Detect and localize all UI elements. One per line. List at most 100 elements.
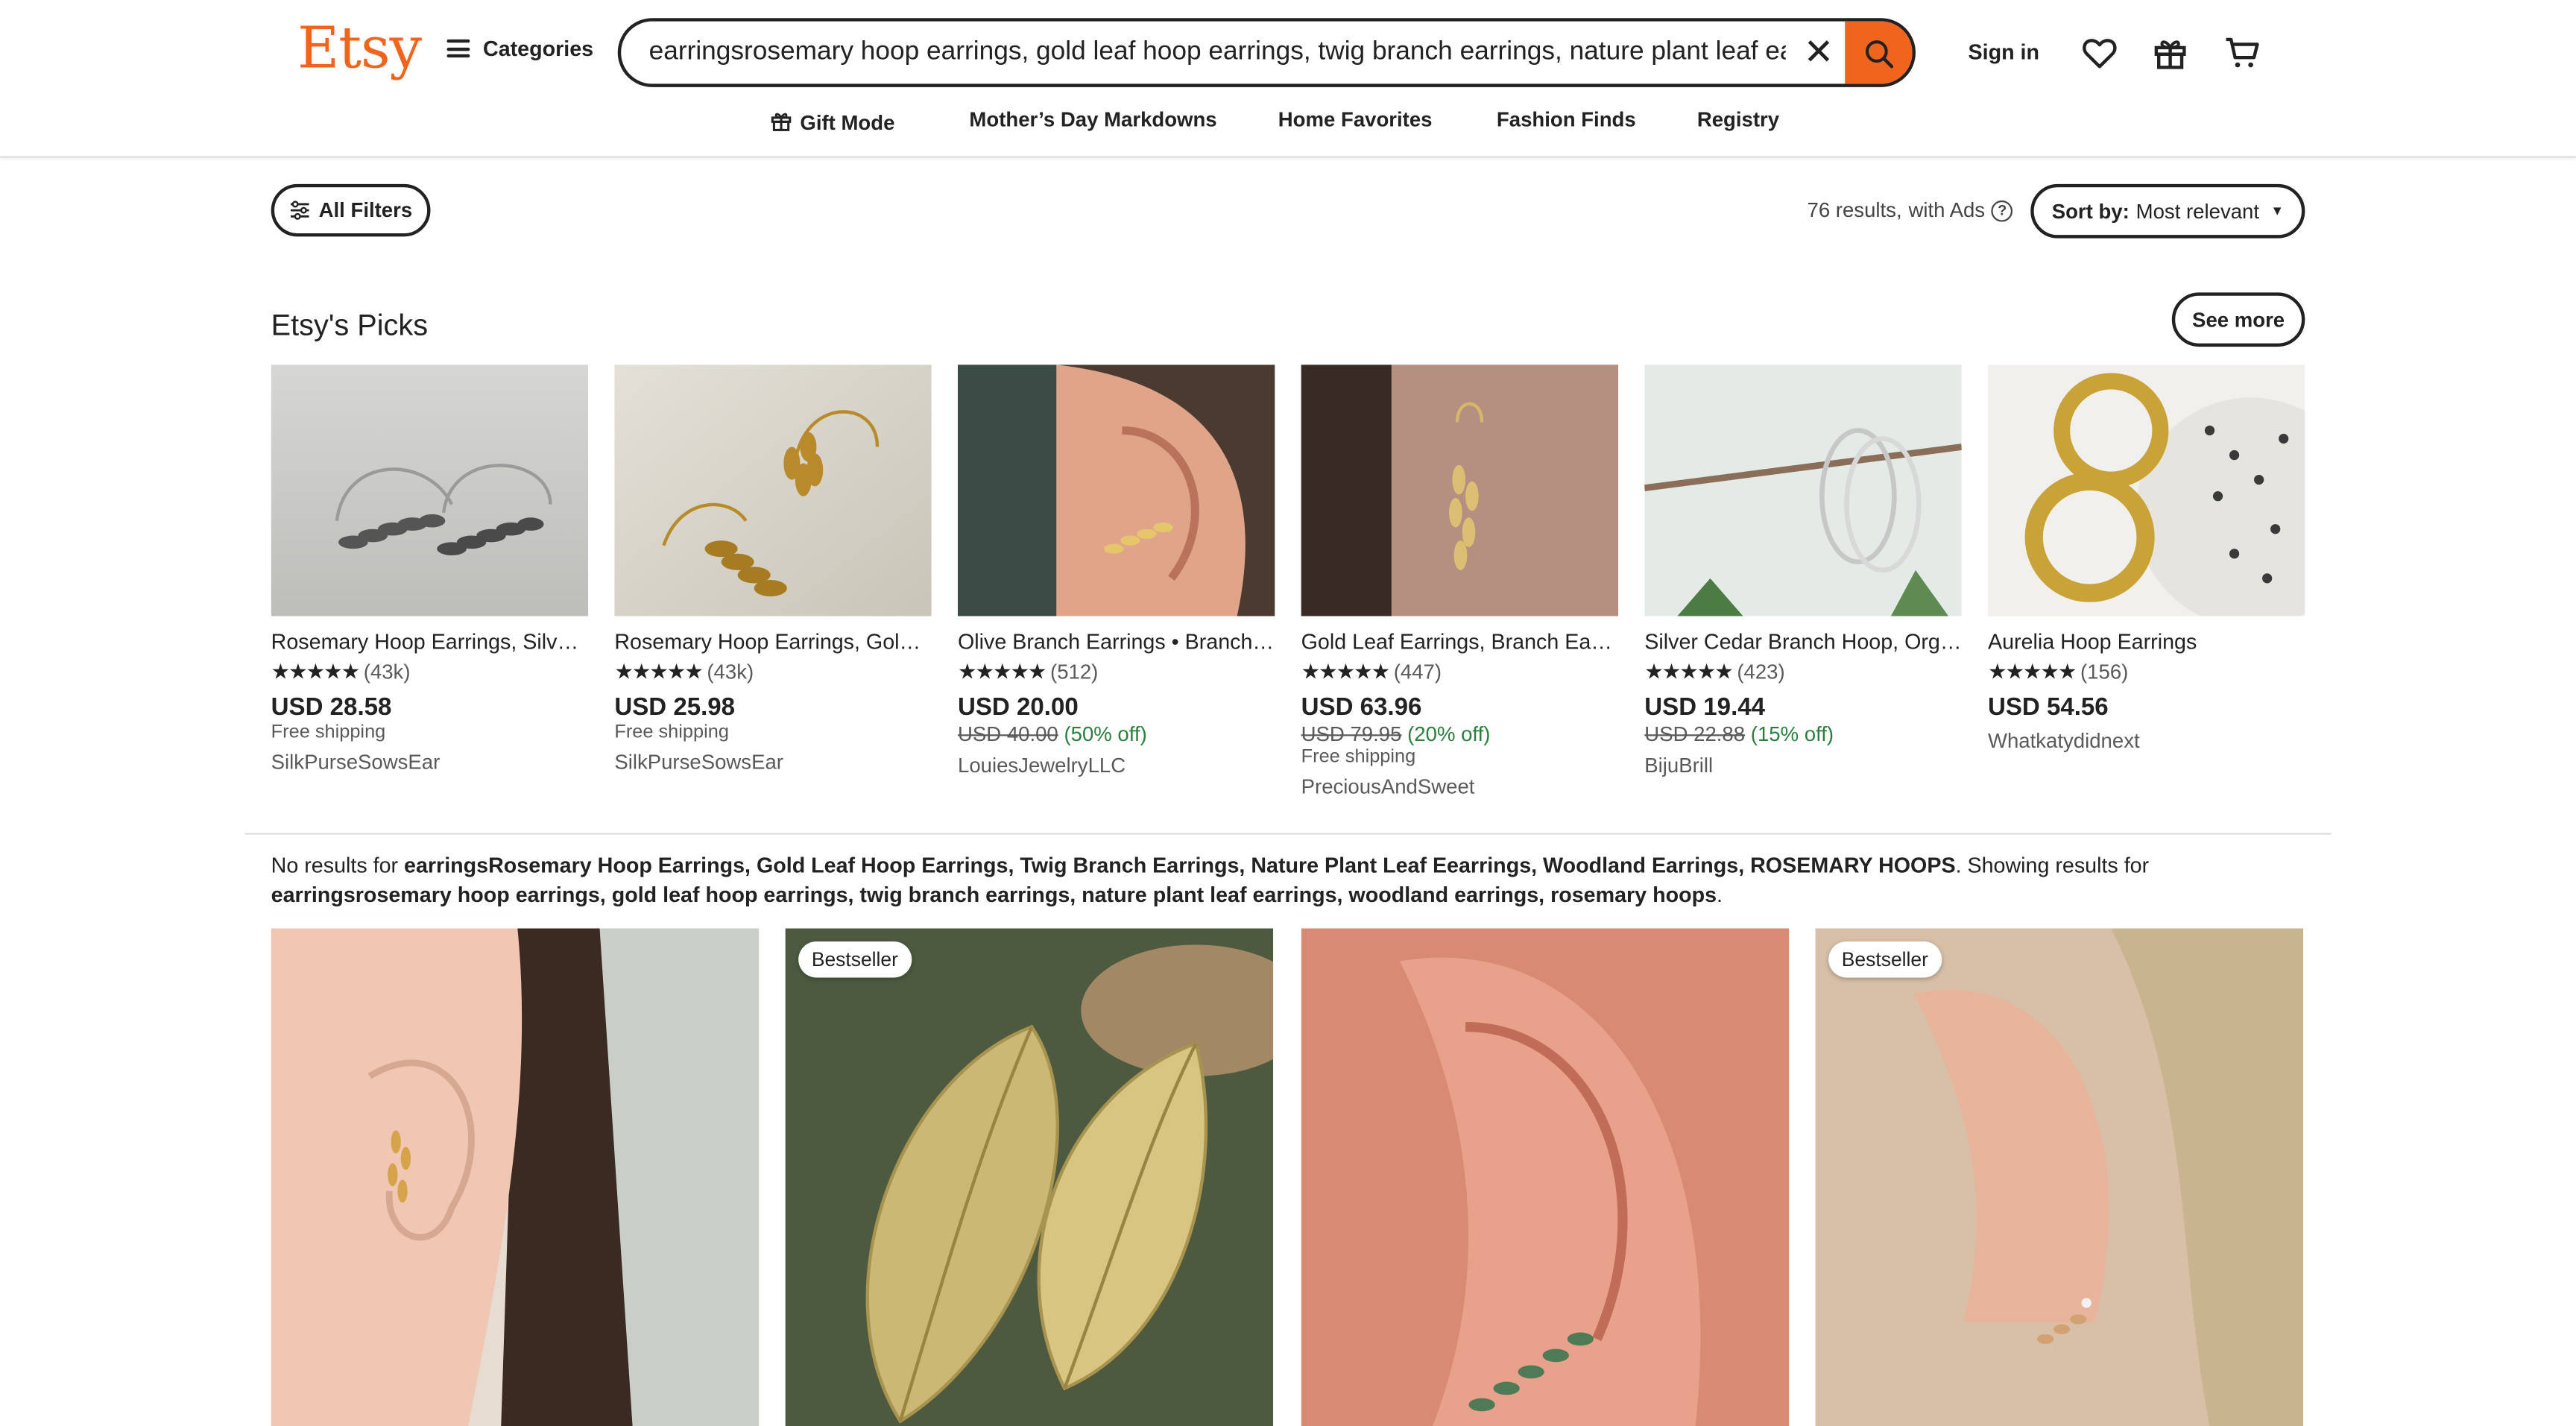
result-card[interactable] [271, 928, 760, 1426]
pick-card[interactable]: Gold Leaf Earrings, Branch Earrings ★★★★… [1301, 365, 1619, 798]
nav-mothers-day[interactable]: Mother’s Day Markdowns [969, 108, 1216, 131]
see-more-button[interactable]: See more [2171, 292, 2305, 347]
sign-in-link[interactable]: Sign in [1969, 40, 2040, 64]
star-rating-icon: ★★★★★ [957, 658, 1047, 684]
review-count: (512) [1050, 660, 1099, 684]
search-button[interactable] [1845, 21, 1913, 84]
discount: (20% off) [1407, 722, 1491, 746]
review-count: (447) [1393, 660, 1442, 684]
product-image[interactable] [957, 365, 1275, 616]
etsy-logo[interactable]: Etsy [297, 16, 422, 82]
result-card[interactable] [1301, 928, 1790, 1426]
sub-navigation: Gift Mode Mother’s Day Markdowns Home Fa… [0, 105, 2576, 138]
gift-icon [771, 113, 792, 131]
product-price: USD 54.56 [1987, 693, 2109, 722]
cart-icon[interactable] [2223, 33, 2262, 72]
notice-suffix: . [1717, 882, 1723, 907]
product-title[interactable]: Rosemary Hoop Earrings, Silver Leaf Hoop [271, 629, 588, 654]
clear-search-icon[interactable]: ✕ [1797, 30, 1840, 76]
product-image[interactable] [1301, 365, 1619, 616]
product-image[interactable] [1987, 365, 2366, 628]
nav-gift-mode[interactable]: Gift Mode [769, 108, 895, 135]
all-filters-button[interactable]: All Filters [271, 183, 431, 237]
sale-info: USD 22.88 (15% off) [1644, 723, 1961, 746]
discount: (50% off) [1064, 722, 1147, 746]
review-count: (156) [2080, 660, 2129, 684]
discount: (15% off) [1750, 722, 1834, 746]
star-rating-icon: ★★★★★ [1987, 658, 2077, 684]
all-filters-label: All Filters [318, 198, 413, 222]
rating: ★★★★★ (43k) [614, 659, 931, 685]
search-bar[interactable]: earringsrosemary hoop earrings, gold lea… [617, 18, 1916, 87]
results-count-text: 76 results, [1807, 198, 1902, 222]
sale-info: USD 79.95 (20% off) [1301, 723, 1618, 746]
results-count: 76 results, with Ads ? [1808, 199, 2013, 222]
product-image[interactable] [271, 365, 589, 616]
gift-icon[interactable] [2150, 33, 2190, 72]
menu-icon [446, 39, 470, 58]
caret-down-icon: ▼ [2270, 204, 2284, 219]
nav-fashion-finds[interactable]: Fashion Finds [1497, 108, 1636, 131]
product-image[interactable] [1644, 365, 1963, 616]
search-input[interactable]: earringsrosemary hoop earrings, gold lea… [649, 38, 1786, 68]
rating: ★★★★★ (447) [1301, 659, 1618, 685]
product-price: USD 19.44 [1644, 693, 1766, 722]
site-header: Etsy Categories earringsrosemary hoop ea… [0, 0, 2576, 158]
original-price: USD 40.00 [957, 722, 1058, 746]
product-title[interactable]: Aurelia Hoop Earrings [1988, 629, 2305, 654]
star-rating-icon: ★★★★★ [1301, 658, 1391, 684]
shop-name[interactable]: SilkPurseSowsEar [271, 751, 588, 774]
product-price: USD 28.58 [271, 693, 392, 722]
rating: ★★★★★ (43k) [271, 659, 588, 685]
categories-button[interactable]: Categories [446, 36, 593, 61]
search-icon [1864, 40, 1893, 69]
bestseller-badge: Bestseller [1828, 941, 1942, 978]
nav-registry[interactable]: Registry [1697, 108, 1779, 131]
sort-dropdown[interactable]: Sort by: Most relevant ▼ [2030, 183, 2305, 239]
shop-name[interactable]: PreciousAndSweet [1301, 775, 1618, 798]
no-results-notice: No results for earringsRosemary Hoop Ear… [271, 851, 2305, 910]
result-card[interactable]: Bestseller [1815, 928, 2304, 1426]
product-title[interactable]: Silver Cedar Branch Hoop, Organic Hoops [1644, 629, 1961, 654]
heart-icon[interactable] [2080, 33, 2119, 72]
pick-card[interactable]: Aurelia Hoop Earrings ★★★★★ (156) USD 54.… [1987, 365, 2366, 753]
original-price: USD 79.95 [1301, 722, 1402, 746]
product-image[interactable] [785, 928, 1274, 1426]
result-card[interactable]: Bestseller [785, 928, 1274, 1426]
product-image[interactable] [1301, 928, 1790, 1426]
review-count: (43k) [363, 660, 411, 684]
divider [244, 833, 2332, 835]
product-image[interactable] [614, 365, 932, 616]
star-rating-icon: ★★★★★ [271, 658, 361, 684]
corrected-query[interactable]: earringsrosemary hoop earrings, gold lea… [271, 883, 1717, 907]
product-image[interactable] [1815, 928, 2304, 1426]
shop-name[interactable]: BijuBrill [1644, 754, 1961, 777]
bestseller-badge: Bestseller [798, 941, 912, 978]
rating: ★★★★★ (423) [1644, 659, 1961, 685]
shop-name[interactable]: SilkPurseSowsEar [614, 751, 931, 774]
sale-info: USD 40.00 (50% off) [958, 723, 1275, 746]
shipping-info: Free shipping [614, 722, 729, 743]
rating: ★★★★★ (512) [958, 659, 1275, 685]
notice-middle: . Showing results for [1955, 852, 2150, 877]
nav-home-favorites[interactable]: Home Favorites [1278, 108, 1433, 131]
pick-card[interactable]: Silver Cedar Branch Hoop, Organic Hoops … [1644, 365, 1963, 777]
pick-card[interactable]: Olive Branch Earrings • Branch Ear Climb… [957, 365, 1275, 777]
shop-name[interactable]: LouiesJewelryLLC [958, 754, 1275, 777]
product-title[interactable]: Olive Branch Earrings • Branch Ear Climb… [958, 629, 1275, 654]
filter-icon [291, 201, 309, 220]
shop-name[interactable]: Whatkatydidnext [1988, 730, 2305, 753]
product-title[interactable]: Rosemary Hoop Earrings, Gold Leaf Hoop [614, 629, 931, 654]
product-price: USD 63.96 [1301, 693, 1422, 722]
product-title[interactable]: Gold Leaf Earrings, Branch Earrings [1301, 629, 1618, 654]
notice-prefix: No results for [271, 852, 405, 877]
original-price: USD 22.88 [1644, 722, 1746, 746]
sort-value: Most relevant [2135, 199, 2260, 223]
with-ads-text: with Ads [1908, 198, 1986, 222]
pick-card[interactable]: Rosemary Hoop Earrings, Gold Leaf Hoop ★… [614, 365, 932, 774]
nav-gift-mode-label: Gift Mode [800, 111, 895, 135]
product-image[interactable] [271, 928, 760, 1426]
pick-card[interactable]: Rosemary Hoop Earrings, Silver Leaf Hoop… [271, 365, 589, 774]
help-icon[interactable]: ? [1991, 199, 2013, 221]
sort-label: Sort by: [2051, 199, 2130, 223]
